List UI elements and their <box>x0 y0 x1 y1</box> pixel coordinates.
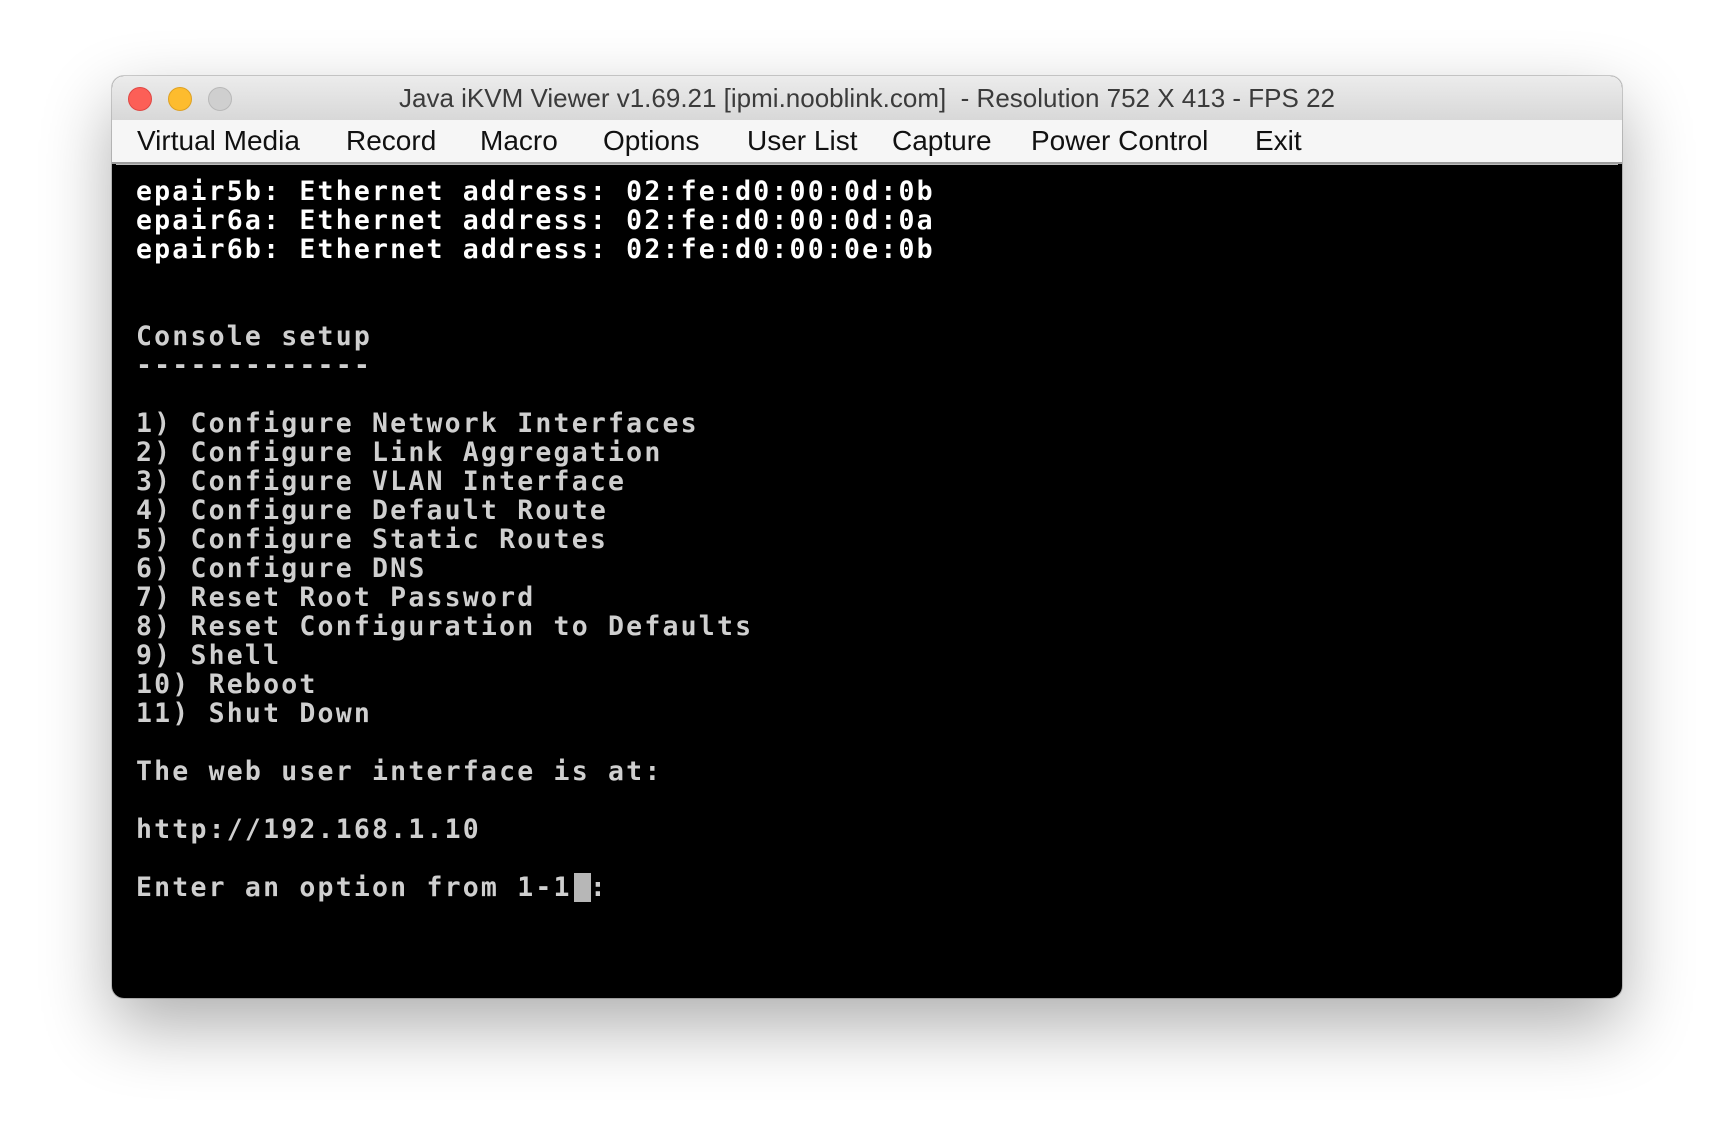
kvm-viewer-window: Java iKVM Viewer v1.69.21 [ipmi.nooblink… <box>112 76 1622 998</box>
console-line-ethernet: epair6a: Ethernet address: 02:fe:d0:00:0… <box>136 205 935 236</box>
console-url: http://192.168.1.10 <box>136 814 481 845</box>
console-menu-option: 1) Configure Network Interfaces <box>136 408 699 439</box>
menu-exit[interactable]: Exit <box>1255 120 1302 162</box>
console-line-ethernet: epair5b: Ethernet address: 02:fe:d0:00:0… <box>136 176 935 207</box>
menu-power-control[interactable]: Power Control <box>1031 120 1208 162</box>
menu-bar: Virtual Media Record Macro Options User … <box>112 120 1622 164</box>
menu-user-list[interactable]: User List <box>747 120 857 162</box>
menu-capture[interactable]: Capture <box>892 120 992 162</box>
console-prompt: Enter an option from 1-11: <box>136 872 627 903</box>
title-bar[interactable]: Java iKVM Viewer v1.69.21 [ipmi.nooblink… <box>112 76 1622 121</box>
console-menu-option: 11) Shut Down <box>136 698 373 729</box>
console-menu-option: 6) Configure DNS <box>136 553 427 584</box>
menu-options[interactable]: Options <box>603 120 700 162</box>
console-menu-option: 9) Shell <box>136 640 282 671</box>
console-menu-option: 2) Configure Link Aggregation <box>136 437 663 468</box>
remote-console-screen[interactable]: epair5b: Ethernet address: 02:fe:d0:00:0… <box>116 164 1618 994</box>
window-title: Java iKVM Viewer v1.69.21 [ipmi.nooblink… <box>399 83 1335 113</box>
console-menu-option: 10) Reboot <box>136 669 318 700</box>
console-web-ui-text: The web user interface is at: <box>136 756 663 787</box>
console-menu-option: 8) Reset Configuration to Defaults <box>136 611 754 642</box>
menu-record[interactable]: Record <box>346 120 436 162</box>
console-line-ethernet: epair6b: Ethernet address: 02:fe:d0:00:0… <box>136 234 935 265</box>
console-menu-option: 3) Configure VLAN Interface <box>136 466 627 497</box>
menu-macro[interactable]: Macro <box>480 120 558 162</box>
text-cursor <box>574 873 591 902</box>
console-heading-underline: ------------- <box>136 350 373 381</box>
console-menu-option: 5) Configure Static Routes <box>136 524 609 555</box>
console-heading: Console setup <box>136 321 373 352</box>
console-menu-option: 4) Configure Default Route <box>136 495 609 526</box>
menu-virtual-media[interactable]: Virtual Media <box>137 120 300 162</box>
console-menu-option: 7) Reset Root Password <box>136 582 536 613</box>
